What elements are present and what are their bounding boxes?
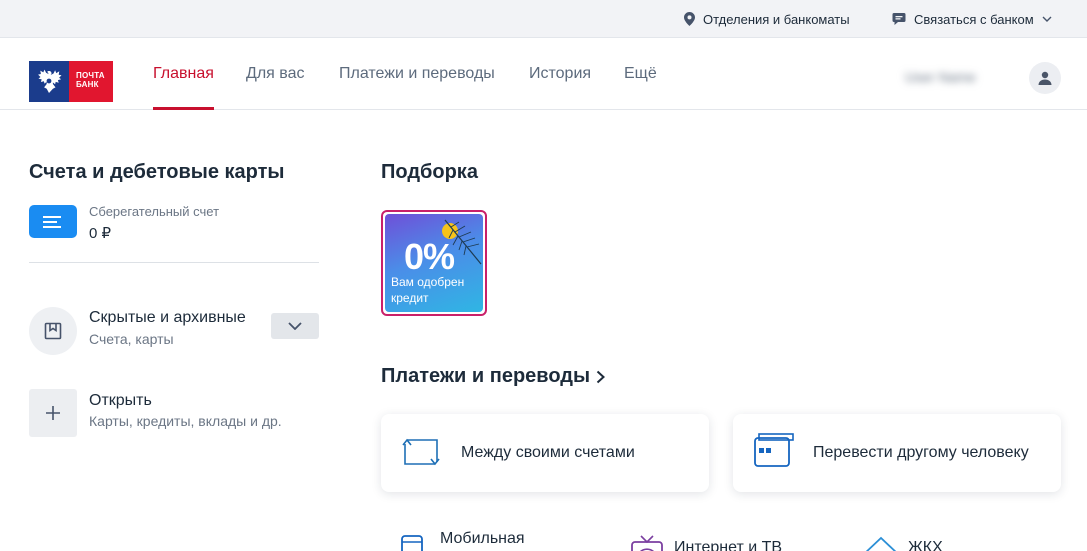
savings-account-icon — [29, 205, 77, 238]
main-navigation: ПОЧТА БАНК Главная Для вас Платежи и пер… — [0, 38, 1087, 110]
chevron-down-icon — [288, 322, 302, 330]
branches-atms-link[interactable]: Отделения и банкоматы — [684, 0, 850, 38]
transfer-arrows-icon — [402, 438, 440, 466]
top-utility-bar: Отделения и банкоматы Связаться с банком — [0, 0, 1087, 38]
logo-wordmark: ПОЧТА БАНК — [69, 61, 113, 102]
branches-atms-label: Отделения и банкоматы — [703, 11, 850, 27]
tv-wifi-icon — [631, 535, 663, 551]
hidden-archived-title: Скрытые и архивные — [89, 309, 246, 326]
open-product-title: Открыть — [89, 392, 152, 409]
quick-utilities-label: ЖКХ — [908, 539, 943, 551]
story-caption: Вам одобрен кредит — [391, 275, 465, 305]
card-transfer-icon — [754, 433, 794, 467]
account-balance: 0 ₽ — [89, 225, 112, 242]
user-avatar[interactable] — [1029, 62, 1061, 94]
story-headline: 0% — [404, 236, 455, 277]
chat-bubble-icon — [892, 13, 906, 25]
story-card-image: 0% Вам одобрен кредит — [385, 214, 483, 312]
transfer-own-label: Между своими счетами — [461, 444, 635, 461]
user-icon — [1038, 71, 1052, 85]
nav-tab-home[interactable]: Главная — [153, 38, 214, 110]
nav-tab-payments[interactable]: Платежи и переводы — [339, 38, 495, 110]
nav-tab-history[interactable]: История — [529, 38, 591, 110]
accounts-section-title: Счета и дебетовые карты — [29, 161, 285, 183]
account-name: Сберегательный счет — [89, 204, 220, 219]
plus-icon — [29, 389, 77, 437]
open-product-subtitle: Карты, кредиты, вклады и др. — [89, 413, 282, 429]
chevron-down-icon — [1042, 16, 1052, 22]
story-card-credit-offer[interactable]: 0% Вам одобрен кредит — [381, 210, 487, 316]
pochta-bank-logo[interactable]: ПОЧТА БАНК — [29, 61, 113, 102]
hidden-archived-row[interactable]: Скрытые и архивные Счета, карты — [29, 305, 319, 357]
house-icon — [865, 536, 897, 551]
archive-bookmark-icon — [29, 307, 77, 355]
contact-bank-label: Связаться с банком — [914, 11, 1034, 27]
user-name-blurred[interactable]: User Name — [905, 65, 1023, 89]
eagle-emblem-icon — [29, 61, 69, 102]
mobile-phone-icon — [401, 535, 423, 551]
logo-line-1: ПОЧТА — [76, 71, 105, 80]
chevron-right-icon — [596, 370, 606, 383]
contact-bank-menu[interactable]: Связаться с банком — [892, 0, 1052, 38]
nav-tab-for-you[interactable]: Для вас — [246, 38, 305, 110]
hidden-archived-subtitle: Счета, карты — [89, 331, 174, 347]
payments-section-title: Платежи и переводы — [381, 365, 591, 387]
picks-section-title: Подборка — [381, 161, 478, 183]
logo-line-2: БАНК — [76, 80, 99, 89]
quick-internet-tv-label: Интернет и ТВ — [674, 539, 783, 551]
quick-mobile-label: Мобильная — [440, 530, 525, 547]
transfer-between-own-accounts-card[interactable]: Между своими счетами — [381, 414, 709, 492]
transfer-to-person-card[interactable]: Перевести другому человеку — [733, 414, 1061, 492]
nav-tab-more[interactable]: Ещё — [624, 38, 657, 110]
expand-hidden-button[interactable] — [271, 313, 319, 339]
transfer-person-label: Перевести другому человеку — [813, 444, 1029, 461]
location-pin-icon — [684, 12, 695, 26]
payments-section-link[interactable]: Платежи и переводы — [381, 365, 606, 388]
open-product-row[interactable]: Открыть Карты, кредиты, вклады и др. — [29, 389, 319, 437]
account-row-savings[interactable]: Сберегательный счет 0 ₽ — [29, 201, 319, 246]
accounts-divider — [29, 262, 319, 263]
